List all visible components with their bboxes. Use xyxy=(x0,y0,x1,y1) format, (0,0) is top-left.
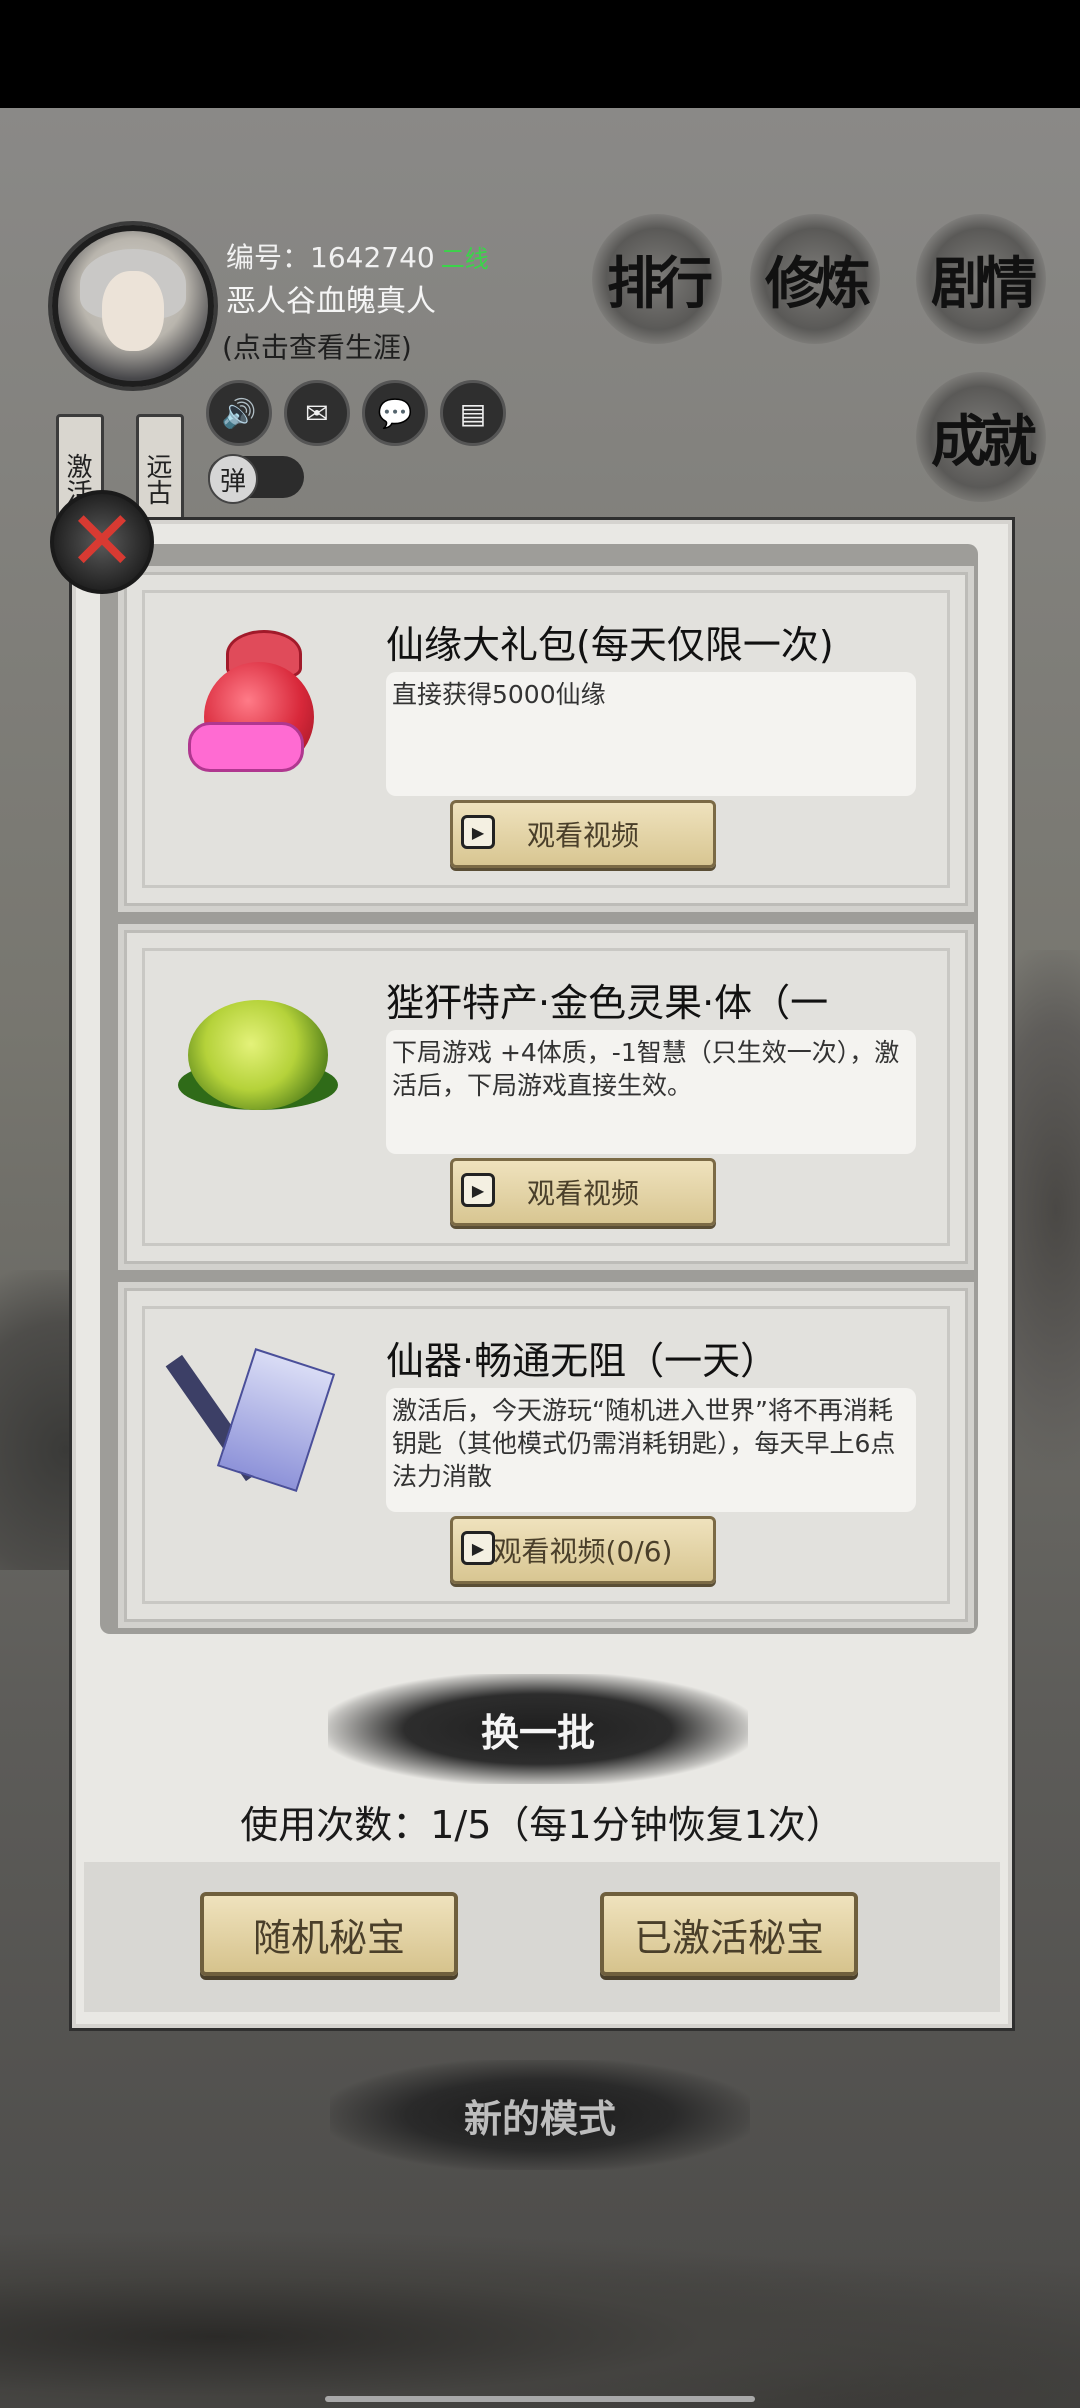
player-name: 恶人谷血魄真人 xyxy=(226,284,436,319)
card-gift-pack: 仙缘大礼包(每天仅限一次) 直接获得5000仙缘 ▶ 观看视频 xyxy=(118,566,974,912)
home-indicator[interactable] xyxy=(325,2396,755,2402)
gift-bag-shape xyxy=(184,622,334,772)
chat-icon[interactable]: 💬 xyxy=(362,380,428,446)
treasure-modal: 仙缘大礼包(每天仅限一次) 直接获得5000仙缘 ▶ 观看视频 狴犴特产·金色灵… xyxy=(72,520,1012,2028)
fruit-body xyxy=(188,1000,328,1110)
ancient-tag[interactable]: 远古 xyxy=(136,414,184,524)
watch-video-label: 观看视频 xyxy=(526,819,639,852)
new-mode-button[interactable]: 新的模式 xyxy=(330,2060,750,2170)
card-desc: 下局游戏 +4体质，-1智慧（只生效一次），激活后，下局游戏直接生效。 xyxy=(392,1038,900,1100)
player-id-label: 编号：1642740 xyxy=(226,241,435,274)
rank-button[interactable]: 排行 xyxy=(592,214,722,344)
avatar-face xyxy=(102,271,164,351)
danmaku-toggle[interactable]: 弹 xyxy=(208,454,304,504)
player-avatar[interactable] xyxy=(52,225,214,387)
career-link[interactable]: (点击查看生涯) xyxy=(222,326,412,366)
gift-bag-icon xyxy=(174,612,344,782)
card-desc: 直接获得5000仙缘 xyxy=(392,680,606,709)
card-artifact: 仙器·畅通无阻（一天） 激活后，今天游玩“随机进入世界”将不再消耗钥匙（其他模式… xyxy=(118,1282,974,1628)
notice-icon[interactable]: ▤ xyxy=(440,380,506,446)
toggle-knob: 弹 xyxy=(208,454,258,504)
story-button[interactable]: 剧情 xyxy=(916,214,1046,344)
card-desc: 激活后，今天游玩“随机进入世界”将不再消耗钥匙（其他模式仍需消耗钥匙），每天早上… xyxy=(392,1396,896,1491)
mail-icon[interactable]: ✉ xyxy=(284,380,350,446)
play-video-icon: ▶ xyxy=(461,815,495,849)
watch-video-label: 观看视频(0/6) xyxy=(493,1535,673,1568)
watch-video-button[interactable]: ▶ 观看视频 xyxy=(450,800,716,868)
close-icon: ✕ xyxy=(67,494,137,589)
cultivate-button[interactable]: 修炼 xyxy=(750,214,880,344)
golden-fruit-icon xyxy=(174,970,344,1140)
card-title: 仙器·畅通无阻（一天） xyxy=(386,1339,779,1383)
play-video-icon: ▶ xyxy=(461,1531,495,1565)
close-button[interactable]: ✕ xyxy=(50,490,154,594)
card-list: 仙缘大礼包(每天仅限一次) 直接获得5000仙缘 ▶ 观看视频 狴犴特产·金色灵… xyxy=(100,544,978,1634)
play-video-icon: ▶ xyxy=(461,1173,495,1207)
card-golden-fruit: 狴犴特产·金色灵果·体（一 下局游戏 +4体质，-1智慧（只生效一次），激活后，… xyxy=(118,924,974,1270)
achievement-button[interactable]: 成就 xyxy=(916,372,1046,502)
speaker-icon[interactable]: 🔊 xyxy=(206,380,272,446)
status-bar xyxy=(0,0,1080,108)
artifact-scroll xyxy=(216,1348,336,1492)
watch-video-button[interactable]: ▶ 观看视频 xyxy=(450,1158,716,1226)
card-title: 狴犴特产·金色灵果·体（一 xyxy=(386,981,829,1025)
watch-video-label: 观看视频 xyxy=(526,1177,639,1210)
bag-coins xyxy=(188,722,304,772)
player-id: 编号：1642740 二线 xyxy=(226,236,489,276)
artifact-scroll-icon xyxy=(165,1328,344,1498)
activated-treasure-button[interactable]: 已激活秘宝 xyxy=(600,1892,858,1976)
random-treasure-button[interactable]: 随机秘宝 xyxy=(200,1892,458,1976)
watch-video-button[interactable]: ▶ 观看视频(0/6) xyxy=(450,1516,716,1584)
card-title: 仙缘大礼包(每天仅限一次) xyxy=(386,623,834,667)
server-label: 二线 xyxy=(440,245,489,273)
mountain-bottom xyxy=(0,2230,1080,2408)
artifact-shape xyxy=(165,1338,336,1492)
refresh-button[interactable]: 换一批 xyxy=(328,1674,748,1784)
usage-count: 使用次数：1/5（每1分钟恢复1次） xyxy=(240,1803,844,1847)
